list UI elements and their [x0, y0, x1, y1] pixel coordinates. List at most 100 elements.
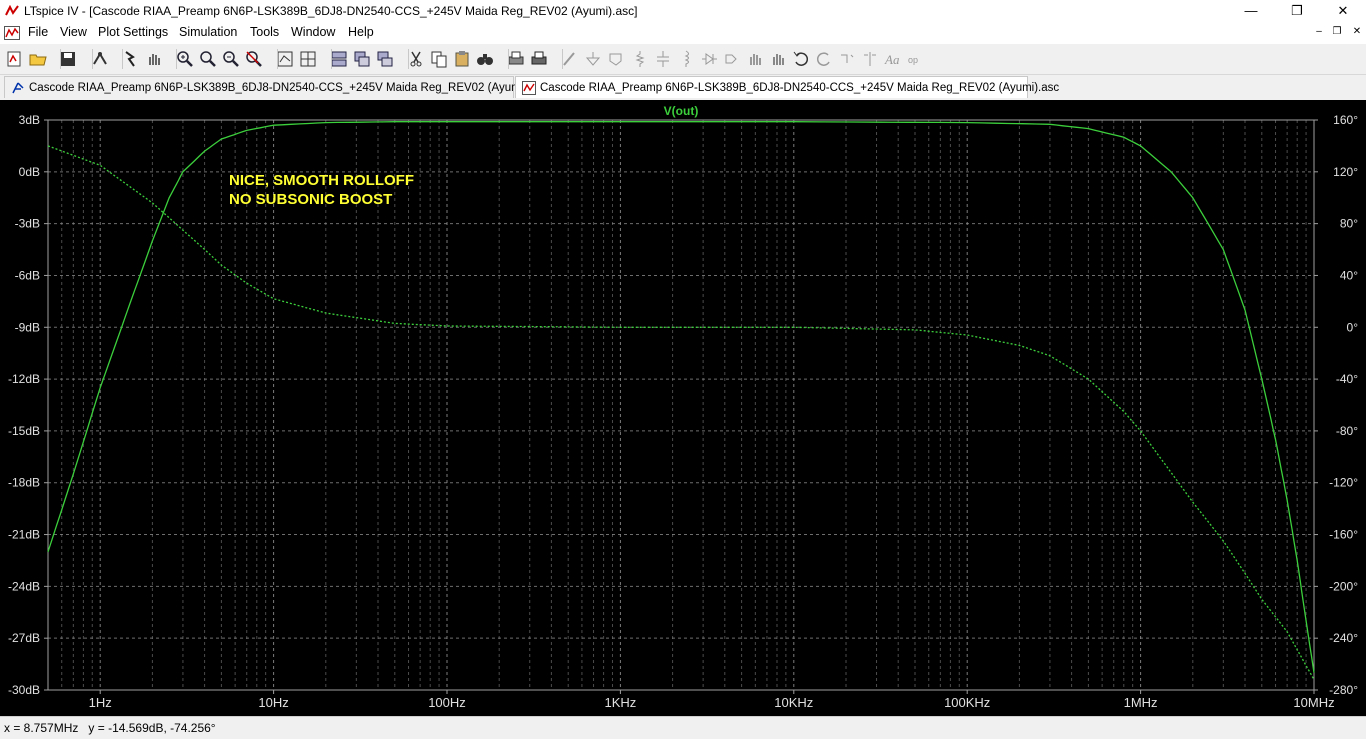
- diode-icon[interactable]: [699, 49, 719, 69]
- toolbar-separator: [60, 49, 61, 69]
- y-right-tick-label: 120°: [1333, 165, 1358, 179]
- close-button[interactable]: ✕: [1320, 0, 1366, 22]
- x-tick-label: 100Hz: [428, 695, 466, 710]
- save-icon[interactable]: [58, 49, 78, 69]
- inductor-icon[interactable]: [676, 49, 696, 69]
- cursor-readout: x = 8.757MHz y = -14.569dB, -74.256°: [4, 721, 216, 735]
- toolbar-separator: [122, 49, 123, 69]
- menu-view[interactable]: View: [60, 25, 87, 39]
- mdi-restore-button[interactable]: ❐: [1328, 24, 1346, 40]
- y-right-tick-label: -200°: [1329, 579, 1358, 593]
- left-axis-labels: 3dB 0dB -3dB -6dB -9dB -12dB -15dB -18dB -21dB -2…: [8, 113, 48, 697]
- redo-icon[interactable]: [814, 49, 834, 69]
- y-left-tick-label: -6dB: [15, 268, 40, 282]
- y-right-tick-label: 80°: [1340, 217, 1358, 231]
- toolbar-separator: [176, 49, 177, 69]
- trace-name-label[interactable]: V(out): [664, 104, 699, 118]
- zoom-in-icon[interactable]: [175, 49, 195, 69]
- cursor-icon[interactable]: [298, 49, 318, 69]
- text-icon[interactable]: Aa: [883, 49, 903, 69]
- copy-icon[interactable]: [429, 49, 449, 69]
- control-panel-icon[interactable]: [90, 49, 110, 69]
- y-right-tick-label: -40°: [1336, 372, 1358, 386]
- restore-button[interactable]: ❐: [1274, 0, 1320, 22]
- move-icon[interactable]: [745, 49, 765, 69]
- wire-icon[interactable]: [560, 49, 580, 69]
- component-icon[interactable]: [722, 49, 742, 69]
- menu-simulation[interactable]: Simulation: [179, 25, 237, 39]
- tab-label: Cascode RIAA_Preamp 6N6P-LSK389B_6DJ8-DN…: [540, 82, 1060, 94]
- menu-window[interactable]: Window: [291, 25, 335, 39]
- mdi-close-button[interactable]: ✕: [1348, 24, 1366, 40]
- waveform-plot[interactable]: 3dB 0dB -3dB -6dB -9dB -12dB -15dB -18dB -21dB -2…: [0, 100, 1366, 716]
- x-tick-label: 10Hz: [258, 695, 288, 710]
- menu-tools[interactable]: Tools: [250, 25, 279, 39]
- cursor-y: y = -14.569dB, -74.256°: [88, 721, 216, 735]
- x-tick-label: 10KHz: [774, 695, 813, 710]
- tab-label: Cascode RIAA_Preamp 6N6P-LSK389B_6DJ8-DN…: [29, 82, 549, 94]
- menu-help[interactable]: Help: [348, 25, 374, 39]
- toolbar-separator: [277, 49, 278, 69]
- document-tabs: Cascode RIAA_Preamp 6N6P-LSK389B_6DJ8-DN…: [0, 75, 1366, 99]
- window-title: LTspice IV - [Cascode RIAA_Preamp 6N6P-L…: [24, 4, 638, 18]
- mdi-minimize-button[interactable]: –: [1310, 24, 1328, 40]
- title-bar: LTspice IV - [Cascode RIAA_Preamp 6N6P-L…: [0, 0, 1366, 22]
- tab-waveform[interactable]: Cascode RIAA_Preamp 6N6P-LSK389B_6DJ8-DN…: [515, 76, 1059, 98]
- paste-icon[interactable]: [452, 49, 472, 69]
- y-right-tick-label: -80°: [1336, 424, 1358, 438]
- label-icon[interactable]: [606, 49, 626, 69]
- toolbar-separator: [508, 49, 509, 69]
- zoom-cancel-icon[interactable]: [244, 49, 264, 69]
- y-right-tick-label: 0°: [1347, 320, 1359, 334]
- phase-trace[interactable]: [47, 145, 1315, 680]
- y-right-tick-label: 160°: [1333, 113, 1358, 127]
- spice-directive-icon[interactable]: op: [906, 49, 926, 69]
- x-tick-label: 10MHz: [1293, 695, 1334, 710]
- new-schematic-icon[interactable]: [4, 49, 24, 69]
- x-tick-label: 1Hz: [89, 695, 112, 710]
- annotation-line-2: NO SUBSONIC BOOST: [229, 191, 392, 208]
- toolbar-separator: [408, 49, 409, 69]
- y-left-tick-label: -30dB: [8, 683, 40, 697]
- y-left-tick-label: 0dB: [19, 165, 40, 179]
- ltspice-logo-icon: [5, 5, 19, 16]
- y-left-tick-label: -3dB: [15, 217, 40, 231]
- waveform-window-icon[interactable]: [4, 26, 20, 40]
- x-tick-label: 100KHz: [944, 695, 990, 710]
- resistor-icon[interactable]: [630, 49, 650, 69]
- autorange-icon[interactable]: [275, 49, 295, 69]
- ground-icon[interactable]: [583, 49, 603, 69]
- open-icon[interactable]: [28, 49, 48, 69]
- tab-schematic[interactable]: Cascode RIAA_Preamp 6N6P-LSK389B_6DJ8-DN…: [4, 76, 548, 98]
- toolbar-separator: [331, 49, 332, 69]
- drag-icon[interactable]: [768, 49, 788, 69]
- y-left-tick-label: -24dB: [8, 579, 40, 593]
- zoom-area-icon[interactable]: [198, 49, 218, 69]
- x-tick-label: 1MHz: [1124, 695, 1158, 710]
- cascade-icon[interactable]: [352, 49, 372, 69]
- mirror-icon[interactable]: [860, 49, 880, 69]
- menu-plot-settings[interactable]: Plot Settings: [98, 25, 168, 39]
- menu-file[interactable]: File: [28, 25, 48, 39]
- plot-canvas[interactable]: 3dB 0dB -3dB -6dB -9dB -12dB -15dB -18dB -21dB -2…: [0, 100, 1366, 716]
- capacitor-icon[interactable]: [653, 49, 673, 69]
- print-icon[interactable]: [529, 49, 549, 69]
- x-axis-labels: 1Hz 10Hz 100Hz 1KHz 10KHz 100KHz 1MHz 10MHz: [89, 690, 1335, 710]
- svg-text:op: op: [908, 55, 918, 65]
- cut-icon[interactable]: [406, 49, 426, 69]
- tile-horizontal-icon[interactable]: [329, 49, 349, 69]
- minimize-button[interactable]: —: [1228, 0, 1274, 22]
- right-axis-labels: 160° 120° 80° 40° 0° -40° -80° -120° -160° -200° -…: [1314, 113, 1358, 697]
- run-icon[interactable]: [120, 49, 140, 69]
- cursor-x: x = 8.757MHz: [4, 721, 79, 735]
- y-left-tick-label: -12dB: [8, 372, 40, 386]
- find-icon[interactable]: [475, 49, 495, 69]
- y-right-tick-label: -160°: [1329, 528, 1358, 542]
- pan-icon[interactable]: [144, 49, 164, 69]
- tile-vertical-icon[interactable]: [375, 49, 395, 69]
- undo-icon[interactable]: [791, 49, 811, 69]
- rotate-icon[interactable]: [837, 49, 857, 69]
- toolbar-separator: [92, 49, 93, 69]
- print-preview-icon[interactable]: [506, 49, 526, 69]
- zoom-out-icon[interactable]: [221, 49, 241, 69]
